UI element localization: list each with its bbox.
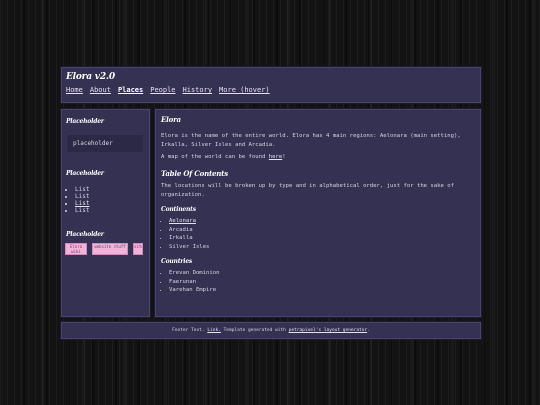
- map-suffix: !: [282, 154, 286, 160]
- continent-link-aelonara[interactable]: Aelonara: [169, 218, 196, 224]
- site-title: Elora v2.0: [66, 72, 115, 82]
- sidebar-list-item: List: [75, 186, 89, 193]
- main-panel: Elora Elora is the name of the entire wo…: [154, 108, 482, 318]
- sidebar-heading-2: Placeholder: [66, 170, 104, 177]
- continent-item: Aelonara: [169, 217, 475, 226]
- footer-suffix: .: [367, 328, 370, 333]
- footer-middle: Template generated with: [220, 328, 289, 333]
- nav-bar: Home About Places People History More (h…: [66, 86, 270, 94]
- sidebar-list-link[interactable]: List: [75, 200, 89, 207]
- countries-list: Erevan Dominion Faerunan Varehan Empire: [161, 269, 475, 295]
- continent-item: Irkalla: [169, 234, 475, 243]
- sidebar-heading-1: Placeholder: [66, 118, 104, 125]
- toc-text: The locations will be broken up by type …: [161, 183, 454, 198]
- sidebar-heading-3: Placeholder: [66, 231, 104, 238]
- map-link[interactable]: here: [269, 154, 282, 160]
- header: Elora v2.0 Home About Places People Hist…: [60, 66, 482, 104]
- nav-people[interactable]: People: [150, 86, 175, 94]
- continent-item: Arcadia: [169, 226, 475, 235]
- button-88x31-1[interactable]: Elora wiki: [65, 243, 87, 255]
- footer-link[interactable]: Link.: [207, 328, 221, 333]
- sidebar-list: List List List List: [67, 186, 89, 214]
- footer-prefix: Footer Text.: [172, 328, 208, 333]
- country-item: Varehan Empire: [169, 286, 475, 295]
- toc-heading: Table Of Contents: [161, 169, 228, 178]
- country-item: Faerunan: [169, 278, 475, 287]
- button-88x31-2[interactable]: website stuff: [92, 243, 128, 255]
- sidebar: Placeholder placeholder Placeholder List…: [60, 108, 151, 318]
- continents-heading: Continents: [161, 206, 196, 213]
- sidebar-list-item: List: [75, 193, 89, 200]
- nav-history[interactable]: History: [183, 86, 213, 94]
- country-item: Erevan Dominion: [169, 269, 475, 278]
- nav-home[interactable]: Home: [66, 86, 83, 94]
- map-line: A map of the world can be found here!: [161, 153, 475, 162]
- intro-text: Elora is the name of the entire world. E…: [161, 133, 461, 148]
- footer-generator-link[interactable]: petrapixel's layout generator: [289, 328, 368, 333]
- sidebar-placeholder-box: placeholder: [67, 135, 143, 152]
- nav-more[interactable]: More (hover): [219, 86, 270, 94]
- page-title: Elora: [161, 115, 181, 124]
- map-prefix: A map of the world can be found: [161, 154, 269, 160]
- countries-heading: Countries: [161, 257, 193, 265]
- footer: Footer Text. Link. Template generated wi…: [60, 321, 482, 340]
- nav-places[interactable]: Places: [118, 86, 143, 94]
- sidebar-list-item: List: [75, 207, 89, 214]
- nav-about[interactable]: About: [90, 86, 111, 94]
- continents-list: Aelonara Arcadia Irkalla Silver Isles: [161, 217, 475, 252]
- continent-item: Silver Isles: [169, 243, 475, 252]
- button-88x31-3[interactable]: site: [133, 243, 143, 255]
